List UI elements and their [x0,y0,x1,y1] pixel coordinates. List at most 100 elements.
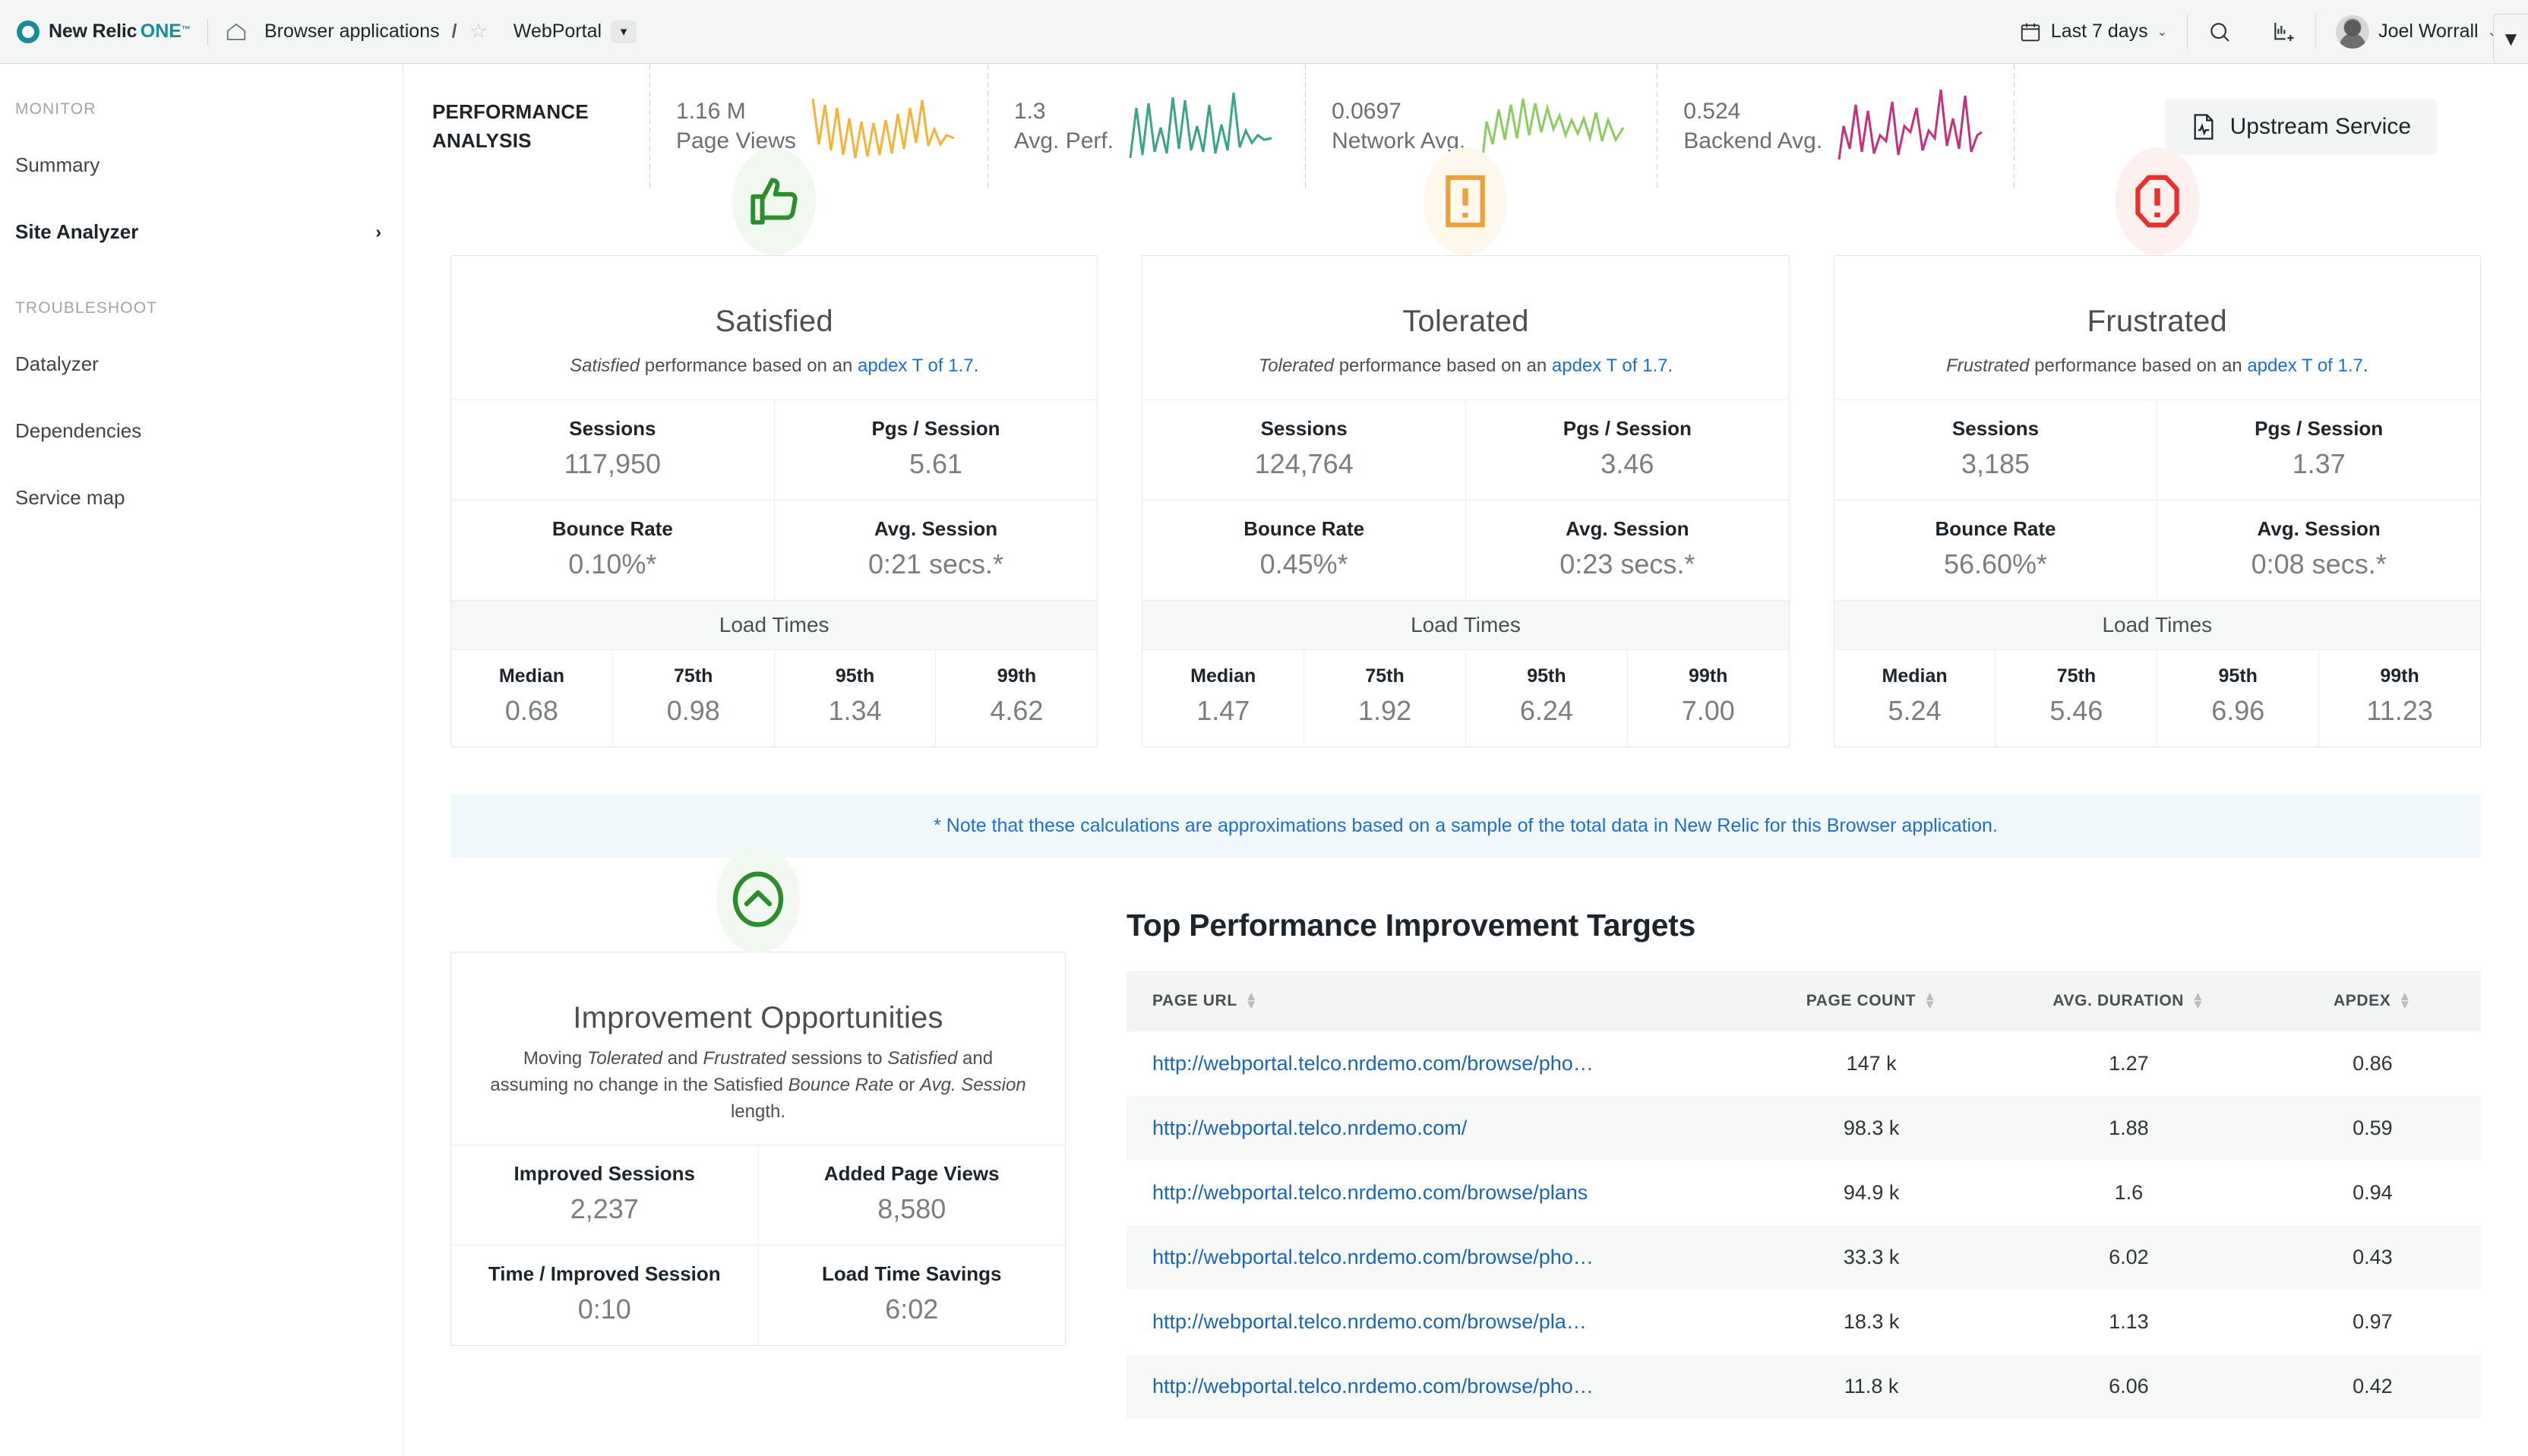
percentile-label: 99th [2380,665,2419,687]
apdex-cards-row: Satisfied Satisfied performance based on… [403,147,2528,747]
breadcrumb-separator: / [451,21,457,42]
table-row[interactable]: http://webportal.telco.nrdemo.com/browse… [1127,1290,2481,1354]
page-url-link[interactable]: http://webportal.telco.nrdemo.com/ [1152,1116,1467,1139]
load-time-median: Median 1.47 [1142,650,1304,747]
load-times-header: Load Times [1142,600,1789,650]
bottom-section: Improvement Opportunities Moving Tolerat… [403,845,2528,1419]
new-relic-logo[interactable]: New Relic ONE™ [0,20,191,43]
load-time-95th: 95th 6.96 [2157,650,2318,747]
stat-value: 0.45%* [1259,548,1348,580]
table-row[interactable]: http://webportal.telco.nrdemo.com/browse… [1127,1161,2481,1225]
stat-value: 56.60%* [1943,548,2048,580]
percentile-label: 75th [2056,665,2097,687]
column-header-page-url[interactable]: PAGE URL ▲ ▼ [1127,971,1750,1031]
sub-em-1: Tolerated [586,1048,663,1069]
cell-avg-duration: 1.88 [1993,1096,2264,1161]
metric-text: 0.524 Backend Avg. [1683,97,1822,156]
header-inner: APDEX ▲ ▼ [2334,990,2412,1011]
page-url-link[interactable]: http://webportal.telco.nrdemo.com/browse… [1152,1052,1594,1075]
table-row[interactable]: http://webportal.telco.nrdemo.com/browse… [1127,1354,2481,1419]
add-chart-button[interactable] [2252,20,2315,44]
collapse-panel-tab[interactable]: ▼ [2493,14,2528,64]
column-header-page-count[interactable]: PAGE COUNT ▲ ▼ [1749,971,1994,1031]
sidebar: MONITOR Summary Site Analyzer › TROUBLES… [0,64,403,1456]
load-time-median: Median 5.24 [1834,650,1996,747]
metric-page-views[interactable]: 1.16 M Page Views [650,85,988,169]
cell-apdex: 0.59 [2264,1096,2481,1161]
sidebar-item-summary[interactable]: Summary [0,144,403,185]
apdex-t-link[interactable]: apdex T of 1.7 [2247,355,2363,376]
card-title: Satisfied [715,305,833,338]
sparkline-avg-perf [1129,92,1272,158]
percentile-value: 1.34 [828,695,882,726]
time-range-picker[interactable]: Last 7 days ⌄ [1999,21,2187,43]
stat-label: Load Time Savings [822,1262,1002,1286]
sidebar-item-datalyzer[interactable]: Datalyzer [0,343,403,384]
chevron-down-icon[interactable]: ▾ [611,20,637,43]
sidebar-item-site-analyzer[interactable]: Site Analyzer › [0,211,403,252]
metric-backend-avg[interactable]: 0.524 Backend Avg. [1657,85,2014,169]
percentile-value: 6.24 [1519,695,1573,726]
search-button[interactable] [2188,20,2252,44]
app-selector[interactable]: WebPortal ▾ [514,20,637,43]
table-row[interactable]: http://webportal.telco.nrdemo.com/ 98.3 … [1127,1096,2481,1161]
improvement-stats-row-1: Improved Sessions 2,237 Added Page Views… [451,1145,1065,1246]
column-header-apdex[interactable]: APDEX ▲ ▼ [2264,971,2481,1031]
sidebar-item-label: Datalyzer [15,352,99,375]
stat-time-per-improved-session: Time / Improved Session 0:10 [451,1246,758,1345]
brand-one: ONE [140,21,182,42]
user-name: Joel Worrall [2378,21,2479,42]
sidebar-item-label: Service map [15,485,125,509]
column-label: PAGE COUNT [1806,992,1917,1009]
percentile-value: 6.96 [2211,695,2265,726]
sort-arrows-icon[interactable]: ▲ ▼ [1923,990,1936,1011]
apdex-card-satisfied: Satisfied Satisfied performance based on… [450,147,1098,747]
home-icon[interactable] [225,21,248,43]
stat-sessions: Sessions 124,764 [1142,400,1465,500]
stats-row-2: Bounce Rate 0.45%* Avg. Session 0:23 sec… [1142,500,1789,600]
page-url-link[interactable]: http://webportal.telco.nrdemo.com/browse… [1152,1375,1594,1398]
page-url-link[interactable]: http://webportal.telco.nrdemo.com/browse… [1152,1181,1588,1204]
sub-em-3: Satisfied [887,1048,958,1069]
avatar [2336,14,2370,49]
star-icon[interactable]: ☆ [469,20,488,43]
card-title: Tolerated [1402,305,1529,338]
metric-label: Avg. Perf. [1013,128,1114,153]
title-line-2: ANALYSIS [432,128,532,152]
sidebar-item-service-map[interactable]: Service map [0,477,403,518]
sort-arrows-icon[interactable]: ▲ ▼ [2191,990,2204,1011]
upstream-service-button[interactable]: Upstream Service [2164,98,2437,155]
cell-page-count: 18.3 k [1843,1310,1900,1333]
apdex-t-link[interactable]: apdex T of 1.7 [1552,355,1668,376]
table-row[interactable]: http://webportal.telco.nrdemo.com/browse… [1127,1225,2481,1290]
cell-page-count: 94.9 k [1843,1181,1900,1204]
apdex-t-link[interactable]: apdex T of 1.7 [858,355,974,376]
user-menu[interactable]: Joel Worrall ⌄ [2316,14,2517,49]
page-url-link[interactable]: http://webportal.telco.nrdemo.com/browse… [1152,1246,1594,1268]
octagon-exclamation-icon [2115,147,2199,255]
metric-avg-perf[interactable]: 1.3 Avg. Perf. [988,85,1305,169]
upstream-service-label: Upstream Service [2229,113,2411,139]
cell-page-url: http://webportal.telco.nrdemo.com/browse… [1127,1225,1750,1290]
breadcrumb[interactable]: Browser applications [264,21,440,43]
sort-arrows-icon[interactable]: ▲ ▼ [1245,990,1258,1011]
brand-tm: ™ [181,24,191,35]
top-bar-right: Last 7 days ⌄ Joel Worrall ⌄ [1999,0,2528,63]
stat-improved-sessions: Improved Sessions 2,237 [451,1145,758,1245]
top-bar: New Relic ONE™ Browser applications / ☆ … [0,0,2528,64]
page-url-link[interactable]: http://webportal.telco.nrdemo.com/browse… [1152,1310,1587,1333]
table-header: PAGE URL ▲ ▼ PAGE COUNT ▲ ▼ AVG. DURATIO… [1127,971,2481,1031]
cell-avg-duration: 1.13 [2109,1310,2149,1333]
sub-b: and [662,1048,703,1069]
sidebar-item-dependencies[interactable]: Dependencies [0,410,403,451]
sort-arrows-icon[interactable]: ▲ ▼ [2398,990,2411,1011]
table-row[interactable]: http://webportal.telco.nrdemo.com/browse… [1127,1031,2481,1096]
stat-label: Avg. Session [2257,517,2381,540]
sub-c: sessions to [785,1048,888,1069]
stat-avg-session: Avg. Session 0:08 secs.* [2157,501,2480,600]
card-box: Improvement Opportunities Moving Tolerat… [450,952,1066,1347]
percentile-label: 99th [1689,665,1728,687]
column-header-avg-duration[interactable]: AVG. DURATION ▲ ▼ [1993,971,2264,1031]
performance-analysis-title: PERFORMANCE ANALYSIS [414,98,649,155]
stat-value: 5.61 [908,448,963,479]
